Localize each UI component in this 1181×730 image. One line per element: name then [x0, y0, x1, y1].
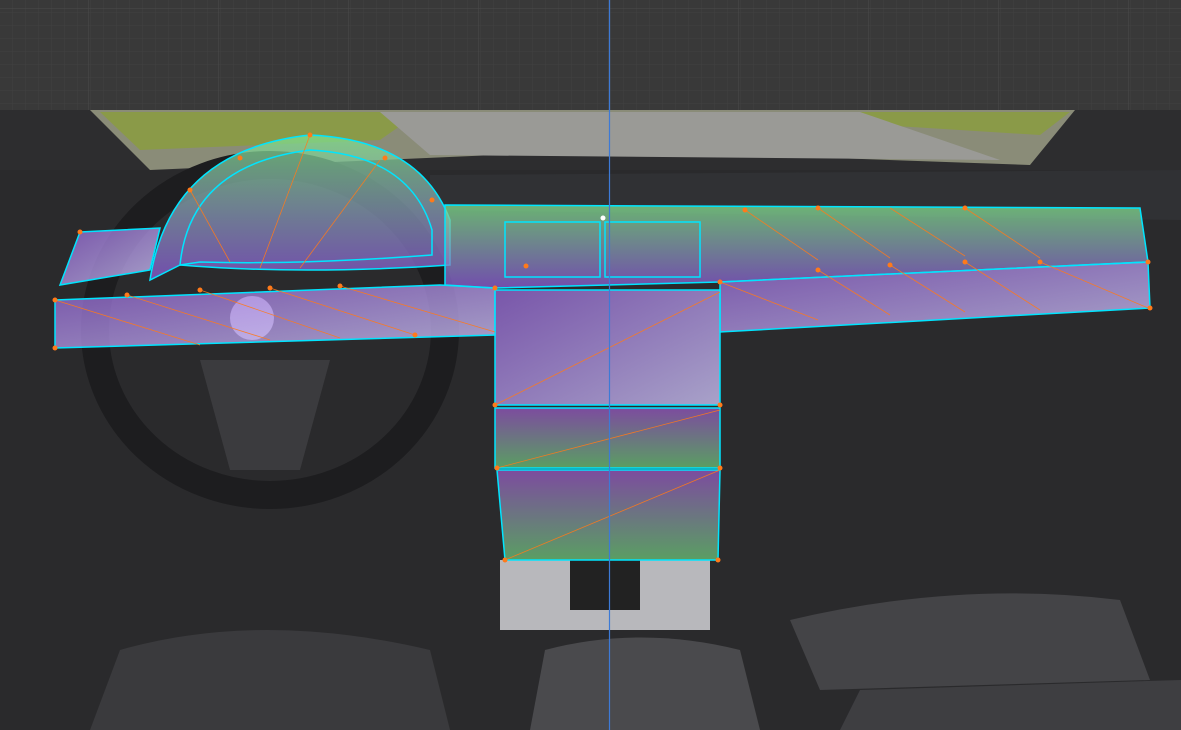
3d-viewport[interactable]	[0, 0, 1181, 730]
viewport-canvas[interactable]	[0, 0, 1181, 730]
